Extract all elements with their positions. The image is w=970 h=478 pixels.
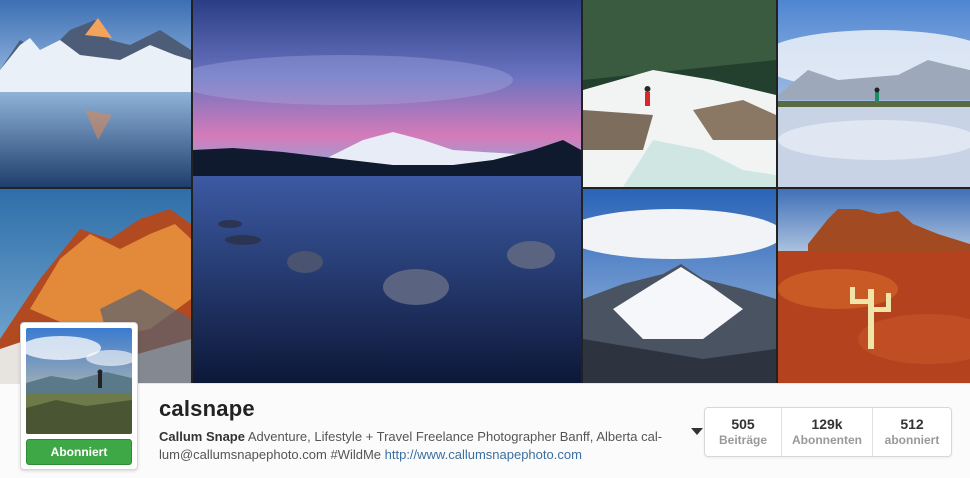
stat-posts[interactable]: 505 Beiträge	[705, 408, 782, 456]
stat-label: abonniert	[884, 433, 940, 447]
username: calsnape	[159, 396, 255, 421]
photo-mosaic	[0, 0, 970, 383]
bio: Callum Snape Adventure, Lifestyle + Trav…	[159, 428, 689, 464]
stat-value: 129k	[811, 416, 843, 432]
full-name: Callum Snape	[159, 429, 245, 444]
stat-value: 512	[900, 416, 924, 432]
photo-tile-mountain-lake[interactable]	[0, 0, 191, 187]
stat-label: Beiträge	[718, 433, 768, 447]
follow-button[interactable]: Abonniert	[26, 439, 132, 465]
stat-followers[interactable]: 129k Abonnenten	[782, 408, 873, 456]
stat-label: Abonnenten	[792, 433, 862, 447]
photo-tile-misty-lake[interactable]	[778, 0, 970, 187]
stat-value: 505	[731, 416, 755, 432]
avatar-card: Abonniert	[20, 322, 138, 470]
stat-following[interactable]: 512 abonniert	[873, 408, 951, 456]
chevron-down-icon[interactable]	[691, 428, 703, 435]
website-link[interactable]: http://www.callumsnapephoto.com	[385, 447, 582, 462]
photo-tile-river-hiker[interactable]	[583, 0, 776, 187]
photo-tile-desert-cactus[interactable]	[778, 189, 970, 383]
avatar[interactable]	[26, 328, 132, 434]
profile-stats: 505 Beiträge 129k Abonnenten 512 abonnie…	[704, 407, 952, 457]
photo-tile-snow-peak[interactable]	[583, 189, 776, 383]
photo-tile-twilight-lake[interactable]	[193, 0, 581, 383]
